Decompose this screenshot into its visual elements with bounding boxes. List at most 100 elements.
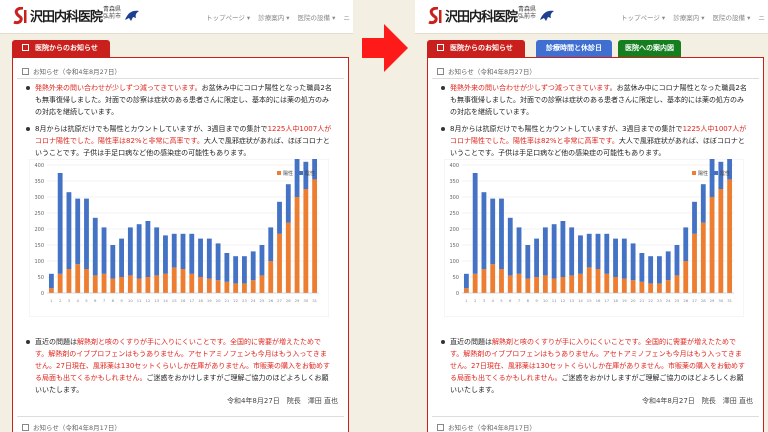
bar: [604, 233, 610, 274]
bar: [507, 217, 513, 276]
bar: [674, 245, 680, 276]
tab-guide[interactable]: 医院への案内図: [618, 40, 681, 57]
x-tick-label: 20: [216, 298, 221, 303]
bar: [700, 222, 706, 293]
x-tick-label: 26: [268, 298, 273, 303]
bar: [163, 235, 168, 274]
bar: [312, 179, 318, 293]
bar: [551, 224, 557, 279]
site-header: 沢田内科医院 青森県 弘前市 トップページ ▾ 診療案内 ▾ 医院の設備 ▾ ニ: [0, 0, 353, 34]
tab-news[interactable]: 医院からのお知らせ: [12, 40, 110, 57]
test-results-chart: 0501001502002503003504001 2 3 4 5 6 7 8 9 10 11 12 1…: [28, 153, 330, 318]
bar: [48, 288, 54, 293]
x-tick-label: 21: [639, 298, 644, 303]
list-item: 直近の問題は解熱剤と咳のくすりが手に入りにくいことです。全国的に需要が増えたため…: [26, 336, 333, 396]
legend-swatch: [692, 171, 696, 175]
bar: [569, 275, 575, 293]
bar: [57, 273, 63, 293]
x-tick-label: 17: [189, 298, 194, 303]
x-tick-label: 31: [312, 298, 317, 303]
y-tick-label: 0: [456, 291, 459, 297]
bar: [84, 269, 89, 293]
bar: [692, 201, 697, 234]
x-tick-label: 18: [198, 298, 203, 303]
x-tick-label: 28: [286, 298, 291, 303]
bar: [180, 269, 186, 293]
site-header: 沢田内科医院 青森県 弘前市 トップページ ▾ 診療案内 ▾ 医院の設備 ▾ ニ: [415, 0, 768, 34]
nav-item-news[interactable]: ニ: [343, 14, 350, 22]
legend-swatch: [714, 171, 718, 175]
bar: [657, 283, 662, 293]
bar: [101, 273, 107, 293]
nav-item-facilities[interactable]: 医院の設備 ▾: [713, 14, 751, 22]
calendar-icon: [22, 68, 29, 75]
bar: [224, 281, 230, 293]
bar: [242, 283, 247, 293]
bar: [542, 227, 548, 276]
y-tick-label: 200: [34, 227, 44, 233]
clinic-logo-icon: [13, 7, 27, 25]
clinic-logo-text[interactable]: 沢田内科医院: [30, 6, 103, 25]
bar: [621, 278, 627, 293]
bar: [303, 189, 309, 293]
bar: [463, 288, 469, 293]
legend-label: 陰性: [720, 170, 730, 177]
clinic-logo-text[interactable]: 沢田内科医院: [445, 6, 518, 25]
nav-item-news[interactable]: ニ: [758, 14, 765, 22]
x-tick-label: 25: [675, 298, 680, 303]
bar: [285, 222, 291, 293]
x-tick-label: 16: [181, 298, 186, 303]
bar: [294, 153, 300, 197]
bar: [127, 227, 133, 276]
bar: [171, 233, 177, 268]
nav-item-facilities[interactable]: 医院の設備 ▾: [298, 14, 336, 22]
list-item: 8月からは抗原だけでも陽性とカウントしていますが、3週目までの集計で1225人中…: [441, 123, 748, 331]
bar: [534, 238, 539, 277]
bar: [578, 273, 583, 293]
calendar-icon: [437, 68, 444, 75]
calendar-icon: [437, 424, 444, 431]
tab-bar: 医院からのお知らせ: [12, 40, 353, 58]
bar: [586, 267, 592, 293]
post-body: 発熱外来の問い合わせが少しずつ減ってきています。お盆休み中にコロナ陽性となった職…: [13, 82, 333, 401]
bar: [163, 273, 168, 293]
bar: [709, 153, 715, 197]
bar: [92, 217, 98, 276]
bar: [198, 238, 203, 277]
bar: [490, 264, 496, 293]
tab-hours[interactable]: 診療時間と休診日: [536, 40, 612, 57]
nav-item-top[interactable]: トップページ ▾: [621, 14, 665, 22]
bar: [709, 197, 715, 293]
nav-item-top[interactable]: トップページ ▾: [206, 14, 250, 22]
x-tick-label: 17: [604, 298, 609, 303]
bar: [250, 251, 256, 281]
bar: [48, 273, 54, 289]
post-date: お知らせ（令和4年8月27日）: [437, 66, 536, 76]
bar: [189, 233, 195, 274]
x-tick-label: 11: [552, 298, 557, 303]
bar: [259, 245, 265, 276]
nav-item-services[interactable]: 診療案内 ▾: [673, 14, 704, 22]
bar: [516, 227, 522, 274]
bar: [57, 173, 63, 274]
bar: [499, 269, 504, 293]
bar: [648, 256, 654, 284]
divider: [432, 78, 759, 79]
tab-news[interactable]: 医院からのお知らせ: [427, 40, 525, 57]
bar: [206, 278, 212, 293]
x-tick-label: 22: [233, 298, 238, 303]
bar: [481, 192, 487, 269]
bar: [551, 278, 557, 293]
x-tick-label: 14: [163, 298, 168, 303]
bar: [92, 275, 98, 293]
bar: [560, 221, 566, 277]
bar: [613, 238, 618, 277]
bar: [463, 273, 469, 289]
y-tick-label: 100: [34, 259, 44, 265]
right-arrow-icon: [362, 24, 408, 72]
bar: [534, 277, 539, 293]
bar: [268, 227, 274, 261]
y-tick-label: 150: [34, 243, 44, 249]
nav-item-services[interactable]: 診療案内 ▾: [258, 14, 289, 22]
bar: [277, 233, 282, 293]
